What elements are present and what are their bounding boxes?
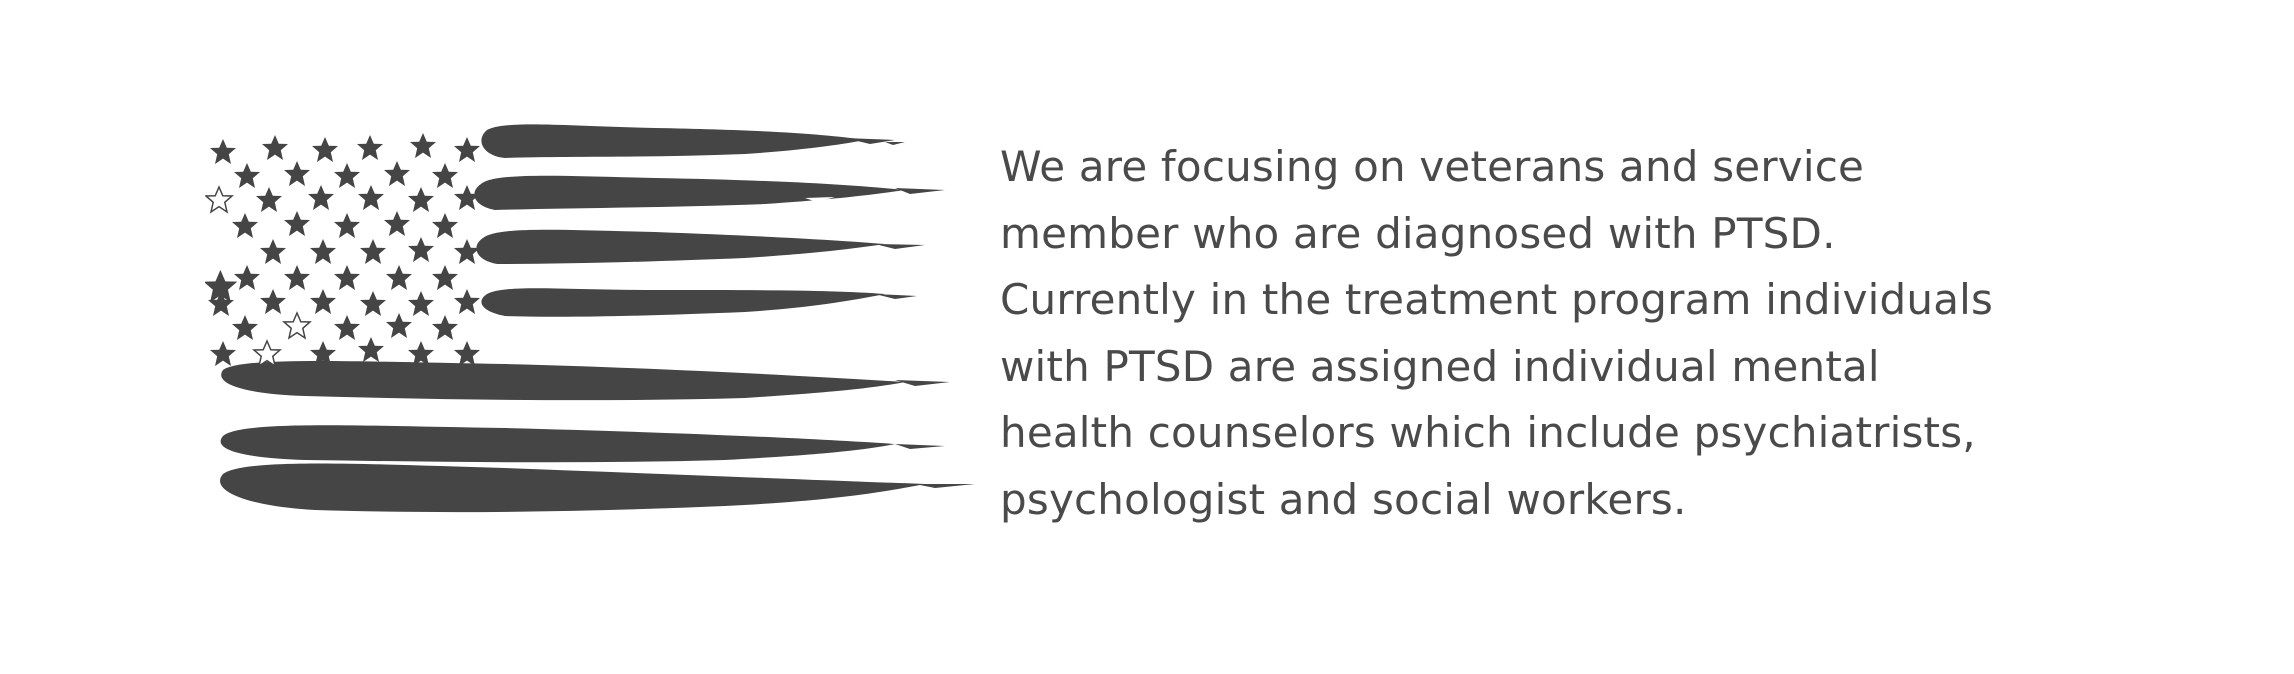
description-line-6: psychologist and social workers.: [1000, 474, 1687, 524]
description-line-3: Currently in the treatment program indiv…: [1000, 275, 1994, 324]
flag-image: [205, 118, 975, 538]
stripe-3: [476, 229, 885, 264]
stripes-group: [220, 124, 975, 513]
distressed-american-flag-icon: [205, 124, 975, 513]
stripe-6: [220, 425, 896, 463]
description-block: We are focusing on veterans and service …: [1000, 134, 2120, 533]
description-line-2: member who are diagnosed with PTSD.: [1000, 208, 1836, 258]
stripe-1: [481, 124, 865, 158]
content-section: We are focusing on veterans and service …: [0, 0, 2294, 674]
description-text: We are focusing on veterans and service …: [1000, 134, 2120, 533]
stripe-4: [481, 288, 885, 317]
description-line-1: We are focusing on veterans and service: [1000, 142, 1865, 191]
stripe-5: [221, 361, 905, 401]
stripe-2: [474, 175, 905, 210]
stripe-7: [220, 463, 926, 513]
stars-group: [205, 133, 480, 367]
description-line-4: with PTSD are assigned individual mental: [1000, 341, 1880, 391]
description-line-5: health counselors which include psychiat…: [1000, 408, 1976, 457]
